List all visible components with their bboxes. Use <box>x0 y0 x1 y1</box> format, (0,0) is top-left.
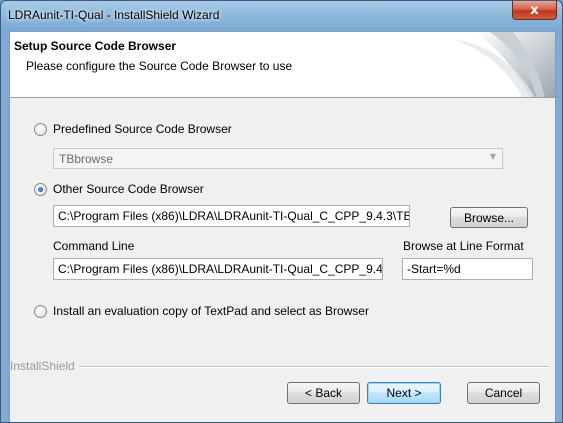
back-button[interactable]: < Back <box>287 382 360 404</box>
divider <box>10 366 549 368</box>
wizard-client-area: Setup Source Code Browser Please configu… <box>9 31 556 422</box>
command-line-label: Command Line <box>53 239 135 253</box>
page-subtitle: Please configure the Source Code Browser… <box>26 59 293 73</box>
select-value: TBbrowse <box>59 152 114 166</box>
radio-label: Predefined Source Code Browser <box>53 122 232 136</box>
cancel-button[interactable]: Cancel <box>467 382 540 404</box>
installshield-separator: InstallShield <box>10 359 555 373</box>
page-title: Setup Source Code Browser <box>14 39 177 53</box>
browser-path-input[interactable]: C:\Program Files (x86)\LDRA\LDRAunit-TI-… <box>53 205 410 227</box>
radio-label: Install an evaluation copy of TextPad an… <box>53 304 369 318</box>
line-format-label: Browse at Line Format <box>403 239 524 253</box>
browse-button[interactable]: Browse... <box>450 207 528 228</box>
radio-textpad-browser[interactable]: Install an evaluation copy of TextPad an… <box>34 304 369 318</box>
chevron-down-icon: ▼ <box>489 152 496 161</box>
window-title: LDRAunit-TI-Qual - InstallShield Wizard <box>8 8 220 22</box>
installer-window: LDRAunit-TI-Qual - InstallShield Wizard … <box>0 0 563 423</box>
installshield-banner-art <box>455 32 555 97</box>
close-button[interactable]: x <box>512 1 557 20</box>
next-button[interactable]: Next > <box>367 382 441 404</box>
close-icon: x <box>530 2 539 18</box>
radio-predefined-browser[interactable]: Predefined Source Code Browser <box>34 122 232 136</box>
radio-button[interactable] <box>34 182 47 196</box>
radio-button[interactable] <box>34 122 47 136</box>
predefined-browser-select: TBbrowse ▼ <box>53 148 503 169</box>
wizard-header: Setup Source Code Browser Please configu… <box>10 32 555 98</box>
line-format-input[interactable]: -Start=%d <box>402 258 533 280</box>
radio-label: Other Source Code Browser <box>53 182 204 196</box>
installshield-brand-label: InstallShield <box>10 359 79 373</box>
title-bar[interactable]: LDRAunit-TI-Qual - InstallShield Wizard … <box>1 1 562 31</box>
command-line-input[interactable]: C:\Program Files (x86)\LDRA\LDRAunit-TI-… <box>53 258 383 280</box>
radio-other-browser[interactable]: Other Source Code Browser <box>34 182 204 196</box>
radio-button[interactable] <box>34 304 47 318</box>
